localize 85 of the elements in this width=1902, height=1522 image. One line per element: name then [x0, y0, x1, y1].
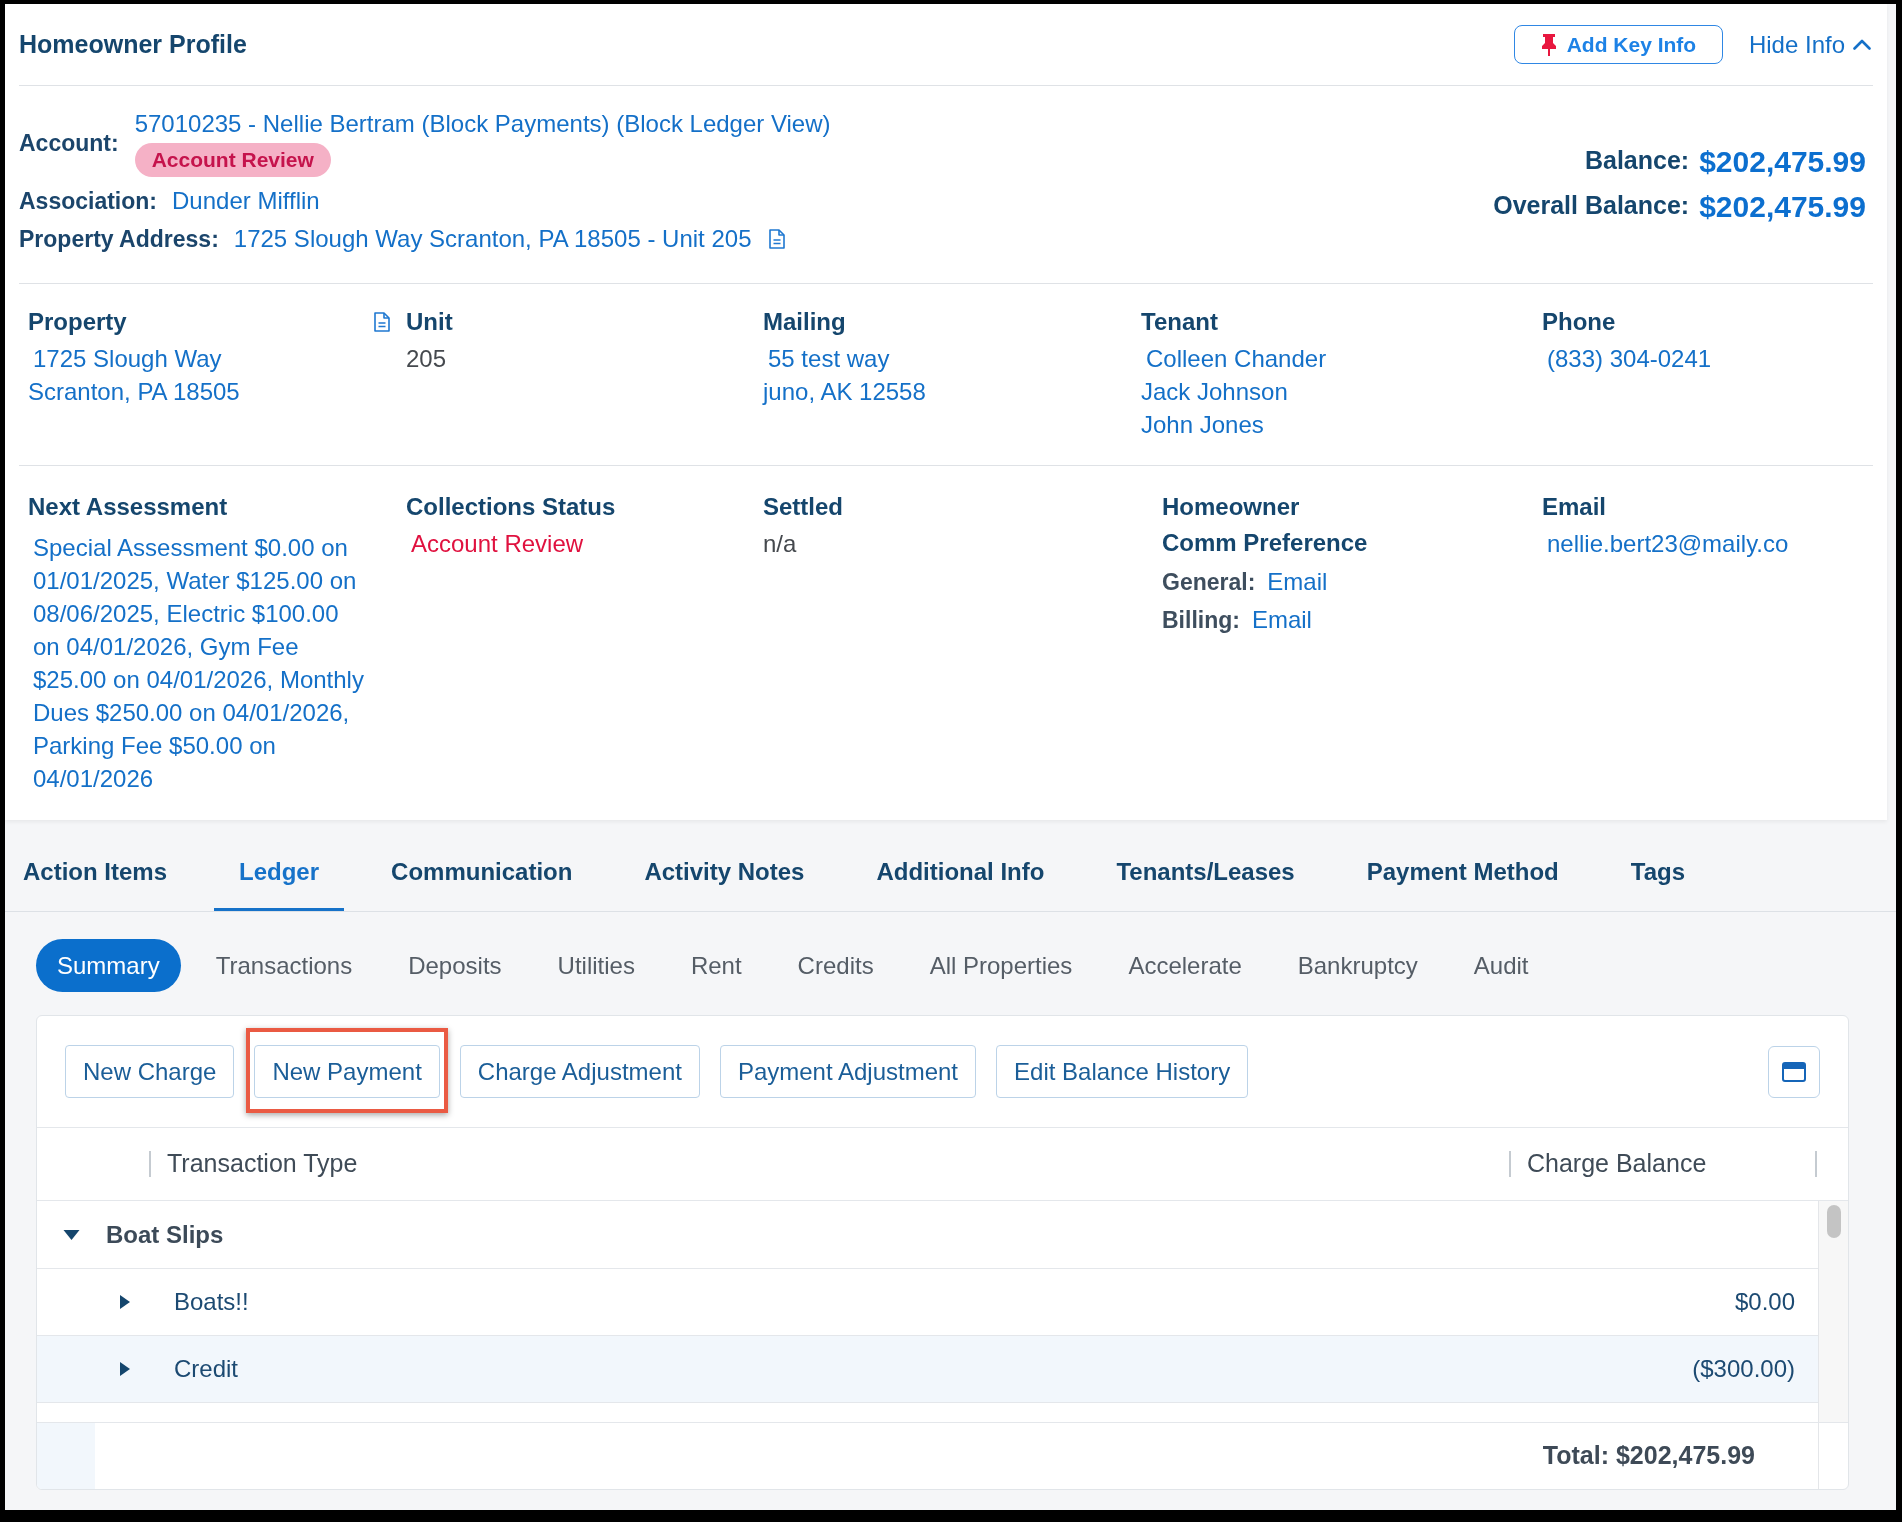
section-heading: Comm Preference: [1162, 528, 1369, 558]
window-icon: [1782, 1061, 1806, 1082]
hide-info-button[interactable]: Hide Info: [1748, 26, 1871, 63]
sub-tab[interactable]: Accelerate: [1107, 939, 1263, 992]
preference-link[interactable]: Email: [1251, 602, 1312, 638]
section-heading: Settled: [763, 492, 843, 522]
balance-label: Balance:: [1584, 145, 1690, 177]
table-row[interactable]: Credit ($300.00): [37, 1336, 1818, 1403]
row-label: Boats!!: [174, 1287, 250, 1317]
detail-link[interactable]: nellie.bert23@maily.co: [1542, 527, 1873, 560]
preference-label: General:: [1162, 567, 1256, 597]
detail-link[interactable]: 55 test way: [763, 342, 1141, 375]
group-label: Boat Slips: [106, 1219, 224, 1250]
section-heading: Collections Status: [406, 492, 616, 522]
section-heading: Property: [28, 307, 127, 337]
sub-tab[interactable]: Deposits: [387, 939, 523, 992]
field-label: Property Address:: [19, 224, 219, 254]
sub-tab[interactable]: Audit: [1452, 939, 1550, 992]
toolbar-button[interactable]: New Charge: [65, 1045, 235, 1098]
sub-tab[interactable]: Credits: [776, 939, 895, 992]
tab[interactable]: Tags: [1605, 835, 1710, 911]
detail-value: n/a: [763, 529, 798, 559]
sub-tab[interactable]: Summary: [36, 939, 181, 992]
tab[interactable]: Communication: [366, 835, 598, 911]
detail-link[interactable]: Jack Johnson: [1141, 375, 1542, 408]
pinned-column-cell: [37, 1423, 95, 1489]
status-text: Account Review: [410, 529, 585, 559]
section-heading: Tenant: [1141, 307, 1218, 337]
section-heading: Phone: [1542, 307, 1616, 337]
panel-toggle-button[interactable]: [1768, 1045, 1820, 1098]
column-header[interactable]: Transaction Type: [151, 1145, 358, 1183]
caret-right-icon[interactable]: [120, 1295, 130, 1309]
document-icon[interactable]: [769, 229, 786, 249]
detail-link[interactable]: juno, AK 12558: [763, 375, 1141, 408]
pushpin-icon: [1540, 33, 1557, 56]
tab[interactable]: Activity Notes: [619, 835, 830, 911]
balance-cell-text: ($300.00): [1692, 1354, 1795, 1384]
toolbar-button[interactable]: Charge Adjustment: [459, 1045, 700, 1098]
balance-label: Overall Balance:: [1493, 190, 1690, 222]
address-link[interactable]: Scranton, PA 18505: [28, 375, 406, 408]
tab[interactable]: Additional Info: [851, 835, 1070, 911]
field-label: Association:: [19, 186, 158, 216]
sub-tab[interactable]: Bankruptcy: [1276, 939, 1439, 992]
column-header[interactable]: Charge Balance: [1511, 1145, 1707, 1183]
detail-value: 205: [406, 344, 448, 374]
detail-link[interactable]: (833) 304-0241: [1542, 342, 1873, 375]
preference-link[interactable]: Email: [1267, 564, 1328, 600]
row-label: Credit: [174, 1354, 240, 1384]
sub-tab[interactable]: All Properties: [908, 939, 1094, 992]
tab[interactable]: Payment Method: [1341, 835, 1584, 911]
balance-amount: $202,475.99: [1699, 188, 1866, 225]
sub-tab[interactable]: Utilities: [536, 939, 656, 992]
total-text: Total: $202,475.99: [1542, 1440, 1755, 1472]
chevron-up-icon: [1853, 39, 1871, 50]
balance-cell-text: $0.00: [1734, 1287, 1795, 1317]
page-title: Homeowner Profile: [19, 28, 247, 60]
document-icon[interactable]: [374, 312, 390, 332]
section-heading: Mailing: [763, 307, 846, 337]
detail-link[interactable]: John Jones: [1141, 408, 1542, 441]
tab[interactable]: Tenants/Leases: [1091, 835, 1320, 911]
account-link[interactable]: 57010235 - Nellie Bertram (Block Payments) (Block Ledger View): [134, 109, 831, 139]
toolbar-button[interactable]: Edit Balance History: [996, 1045, 1249, 1098]
toolbar-button[interactable]: New Payment: [254, 1045, 440, 1098]
scrollbar-thumb[interactable]: [1826, 1205, 1841, 1238]
detail-link[interactable]: Colleen Chander: [1141, 342, 1542, 375]
section-heading: Email: [1542, 492, 1607, 522]
sub-tab[interactable]: Transactions: [194, 939, 374, 992]
section-heading: Unit: [406, 307, 453, 337]
tab[interactable]: Ledger: [214, 835, 345, 911]
preference-label: Billing:: [1162, 605, 1240, 635]
caret-down-icon[interactable]: [63, 1229, 80, 1240]
assessment-text: Special Assessment $0.00 on 01/01/2025, Water $125.00 on 08/06/2025, Electric $100.00 on 04/01/2026, Gym Fee $25.00 on 04/01/2026, Monthly Dues $250.00 on 04/01/2026, Parking Fee $50.00 on 04/01/2026: [32, 533, 365, 794]
caret-right-icon[interactable]: [120, 1362, 130, 1376]
sub-tab[interactable]: Rent: [669, 939, 763, 992]
section-heading: Homeowner: [1162, 492, 1300, 522]
status-badge: Account Review: [134, 143, 331, 177]
section-heading: Next Assessment: [28, 492, 228, 522]
field-label: Account:: [19, 128, 119, 158]
address-link[interactable]: 1725 Slough Way: [28, 342, 406, 375]
add-key-info-button[interactable]: Add Key Info: [1513, 25, 1723, 64]
toolbar-button[interactable]: Payment Adjustment: [719, 1045, 977, 1098]
tab[interactable]: Action Items: [5, 835, 193, 911]
balance-amount: $202,475.99: [1699, 143, 1866, 180]
address-link[interactable]: 1725 Slough Way Scranton, PA 18505 - Unit 205: [233, 221, 752, 257]
association-link[interactable]: Dunder Mifflin: [172, 183, 320, 219]
